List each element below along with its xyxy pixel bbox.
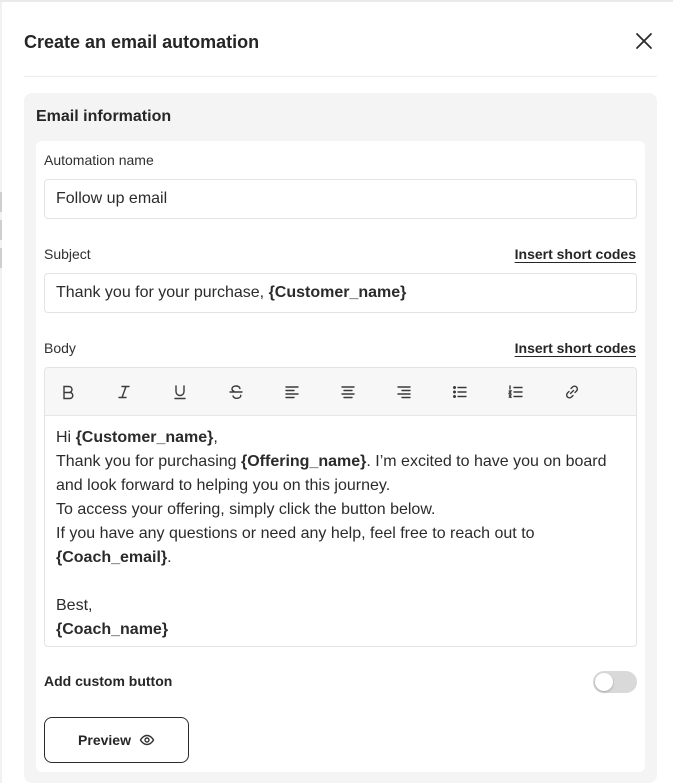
preview-button[interactable]: Preview bbox=[44, 717, 189, 763]
body-label: Body bbox=[44, 340, 76, 356]
eye-icon bbox=[139, 734, 155, 746]
align-right-button[interactable] bbox=[392, 380, 416, 404]
italic-button[interactable] bbox=[112, 380, 136, 404]
align-center-icon bbox=[341, 386, 355, 399]
modal-header: Create an email automation bbox=[24, 28, 657, 58]
body-line: Thank you for purchasing {Offering_name}… bbox=[56, 450, 625, 498]
offering-name-code: {Offering_name} bbox=[241, 453, 367, 470]
bullet-list-button[interactable] bbox=[448, 380, 472, 404]
email-automation-modal: Create an email automation Email informa… bbox=[0, 0, 673, 783]
email-form-card: Automation name Follow up email Subject … bbox=[36, 141, 645, 772]
section-title: Email information bbox=[36, 108, 172, 125]
align-left-icon bbox=[285, 386, 299, 399]
automation-name-input[interactable]: Follow up email bbox=[44, 179, 637, 219]
body-line: If you have any questions or need any he… bbox=[56, 522, 625, 570]
subject-short-code: {Customer_name} bbox=[268, 284, 407, 301]
link-icon bbox=[565, 385, 579, 399]
numbered-list-button[interactable] bbox=[504, 380, 528, 404]
add-custom-button-label: Add custom button bbox=[44, 673, 173, 689]
coach-email-code: {Coach_email} bbox=[56, 549, 168, 566]
toggle-knob bbox=[595, 673, 613, 691]
modal-title: Create an email automation bbox=[24, 32, 260, 52]
body-content[interactable]: Hi {Customer_name}, Thank you for purcha… bbox=[45, 416, 636, 642]
align-left-button[interactable] bbox=[280, 380, 304, 404]
customer-name-code: {Customer_name} bbox=[75, 429, 214, 446]
bold-button[interactable] bbox=[56, 380, 80, 404]
align-right-icon bbox=[397, 386, 411, 399]
automation-name-label: Automation name bbox=[44, 152, 154, 168]
body-text: If you have any questions or need any he… bbox=[56, 525, 535, 542]
bullet-list-icon bbox=[453, 386, 467, 398]
left-edge bbox=[0, 2, 2, 783]
align-center-button[interactable] bbox=[336, 380, 360, 404]
coach-name-code: {Coach_name} bbox=[56, 621, 169, 638]
close-icon bbox=[636, 33, 652, 49]
add-custom-button-toggle[interactable] bbox=[593, 671, 637, 693]
subject-input[interactable]: Thank you for your purchase, {Customer_n… bbox=[44, 273, 637, 313]
email-information-section: Email information Automation name Follow… bbox=[24, 93, 657, 783]
strikethrough-icon bbox=[229, 385, 243, 400]
body-text: Thank you for purchasing bbox=[56, 453, 241, 470]
strikethrough-button[interactable] bbox=[224, 380, 248, 404]
body-editor[interactable]: Hi {Customer_name}, Thank you for purcha… bbox=[44, 367, 637, 647]
preview-label: Preview bbox=[78, 732, 131, 748]
subject-text: Thank you for your purchase, bbox=[56, 284, 269, 301]
subject-label: Subject bbox=[44, 246, 91, 262]
sign-off: Best, bbox=[56, 597, 93, 614]
body-text: . bbox=[167, 549, 172, 566]
editor-toolbar bbox=[45, 368, 636, 416]
body-insert-short-codes-link[interactable]: Insert short codes bbox=[515, 340, 636, 356]
underline-icon bbox=[174, 385, 186, 400]
body-text: , bbox=[213, 429, 218, 446]
numbered-list-icon bbox=[507, 385, 523, 398]
italic-icon bbox=[118, 385, 130, 399]
subject-insert-short-codes-link[interactable]: Insert short codes bbox=[515, 246, 636, 262]
underline-button[interactable] bbox=[168, 380, 192, 404]
edge-mark bbox=[0, 192, 2, 212]
edge-mark bbox=[0, 220, 2, 240]
close-button[interactable] bbox=[631, 28, 657, 54]
edge-mark bbox=[0, 248, 2, 268]
body-line: Hi {Customer_name}, bbox=[56, 426, 625, 450]
header-divider bbox=[24, 76, 657, 77]
body-line: To access your offering, simply click th… bbox=[56, 501, 436, 518]
body-text: Hi bbox=[56, 429, 76, 446]
link-button[interactable] bbox=[560, 380, 584, 404]
body-line: {Coach_name} bbox=[56, 618, 625, 642]
bold-icon bbox=[63, 385, 74, 400]
